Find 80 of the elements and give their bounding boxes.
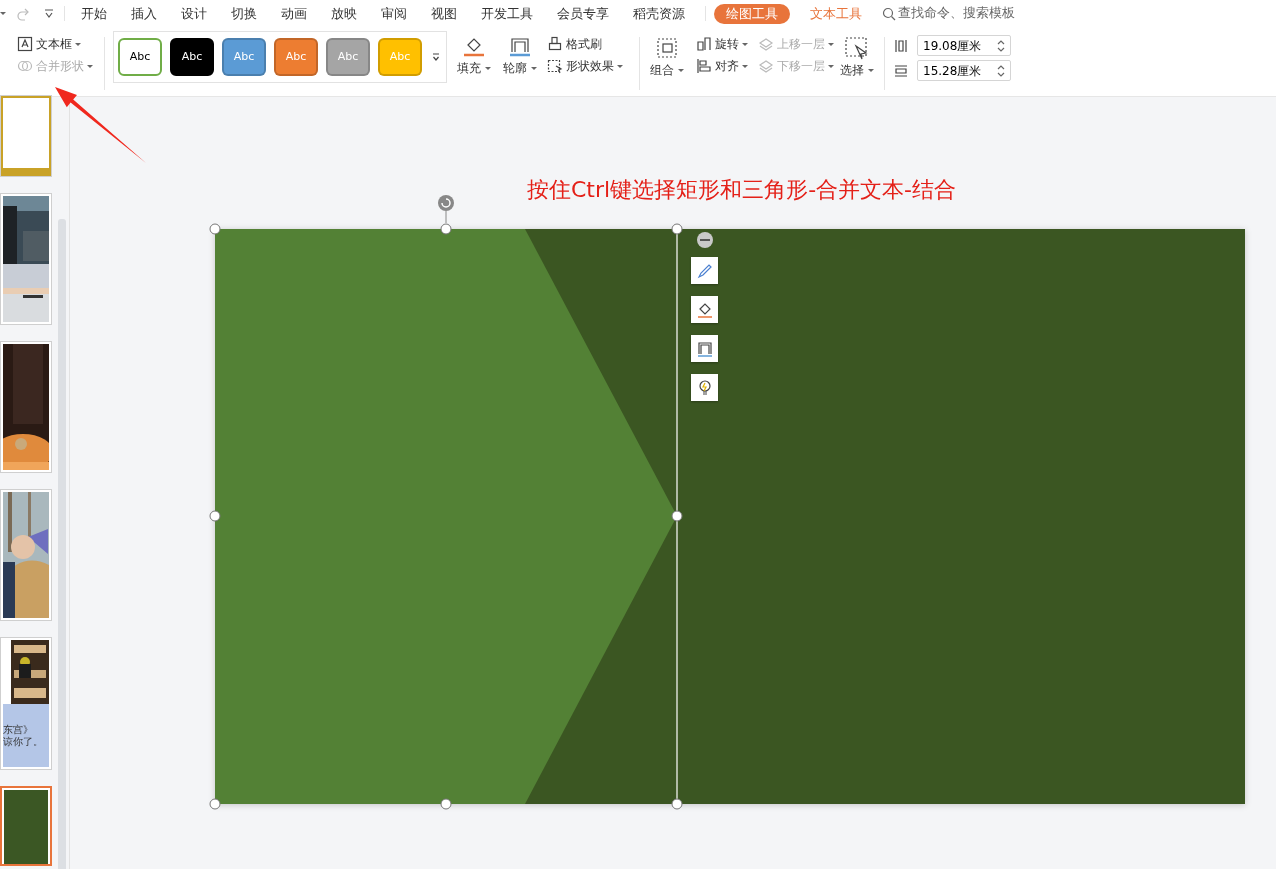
resize-handle[interactable]: [209, 510, 221, 522]
spinner-icon: [997, 63, 1005, 78]
outline-button[interactable]: 轮廓: [501, 35, 539, 77]
height-icon: [893, 62, 909, 79]
caret-icon: [742, 42, 748, 46]
caret-icon: [678, 68, 684, 72]
layers-icon: [758, 36, 774, 52]
shape-style-swatch[interactable]: Abc: [170, 38, 214, 76]
menu-tab[interactable]: 开发工具: [469, 3, 545, 24]
select-button[interactable]: 选择: [838, 35, 876, 79]
merge-shapes-icon: [17, 58, 33, 74]
rotate-handle[interactable]: [438, 195, 454, 224]
slide-thumbnail[interactable]: 东宫》 谅你了。: [0, 637, 52, 770]
text-box-button[interactable]: 文本框: [15, 35, 100, 53]
thumbnail-text: 谅你了。: [3, 735, 44, 748]
search-field[interactable]: 查找命令、搜索模板: [896, 3, 1036, 24]
menu-tab[interactable]: 切换: [219, 3, 269, 24]
outline-button[interactable]: [691, 335, 718, 362]
caption-text: 按住Ctrl键选择矩形和三角形-合并文本-结合: [527, 176, 957, 204]
text-box-icon: [17, 36, 33, 52]
width-icon: [893, 37, 909, 54]
search-icon: [882, 6, 896, 21]
resize-handle[interactable]: [209, 798, 221, 810]
gallery-more-button[interactable]: [430, 51, 442, 63]
slide-thumbnail[interactable]: [0, 786, 52, 866]
thumbnail-text: 东宫》: [3, 723, 34, 736]
align-button[interactable]: 对齐: [694, 57, 756, 75]
caret-icon: [742, 64, 748, 68]
shape-effects-icon: [547, 58, 563, 74]
fill-button[interactable]: 填充: [455, 35, 493, 77]
resize-handle[interactable]: [671, 798, 683, 810]
dropdown-icon: [432, 52, 440, 62]
menu-tab[interactable]: 会员专享: [545, 3, 621, 24]
style-button[interactable]: [691, 257, 718, 284]
layers-icon: [758, 58, 774, 74]
resize-handle[interactable]: [440, 798, 452, 810]
caret-icon: [828, 42, 834, 46]
menu-tab[interactable]: 稻壳资源: [621, 3, 697, 24]
select-icon: [844, 36, 870, 60]
caret-icon: [75, 42, 81, 46]
caret-icon: [485, 66, 491, 70]
fill-icon: [462, 36, 486, 58]
menu-tab[interactable]: 视图: [419, 3, 469, 24]
menu-tab[interactable]: 放映: [319, 3, 369, 24]
caret-icon: [0, 12, 6, 15]
height-field[interactable]: 15.28厘米: [917, 60, 1011, 81]
shape-effects-button[interactable]: 形状效果: [545, 57, 631, 75]
group-button[interactable]: 组合: [648, 35, 686, 79]
menu-tab[interactable]: 动画: [269, 3, 319, 24]
caret-icon: [87, 64, 93, 68]
group-icon: [655, 36, 679, 60]
width-field[interactable]: 19.08厘米: [917, 35, 1011, 56]
collapse-icon[interactable]: [697, 232, 713, 248]
resize-handle[interactable]: [209, 223, 221, 235]
scrollbar[interactable]: [58, 219, 66, 869]
caret-icon: [828, 64, 834, 68]
outline-icon: [508, 36, 532, 58]
resize-handle[interactable]: [671, 510, 683, 522]
resize-handle[interactable]: [440, 223, 452, 235]
slide-thumbnail[interactable]: [0, 95, 52, 177]
resize-handle[interactable]: [671, 223, 683, 235]
align-icon: [696, 58, 712, 74]
dropdown-icon: [44, 8, 54, 19]
menu-tab[interactable]: 设计: [169, 3, 219, 24]
ideas-button[interactable]: [691, 374, 718, 401]
format-painter-button[interactable]: 格式刷: [545, 35, 631, 53]
fill-button[interactable]: [691, 296, 718, 323]
caret-icon: [868, 68, 874, 72]
customize-button[interactable]: [42, 7, 56, 20]
rotate-button[interactable]: 旋转: [694, 35, 756, 53]
caret-icon: [531, 66, 537, 70]
spinner-icon: [997, 38, 1005, 53]
shape-style-swatch[interactable]: Abc: [118, 38, 162, 76]
rotate-icon: [696, 36, 712, 52]
menu-tab[interactable]: 开始: [69, 3, 119, 24]
menu-tab[interactable]: 审阅: [369, 3, 419, 24]
menu-tab[interactable]: 插入: [119, 3, 169, 24]
brush-icon: [547, 36, 563, 52]
outline-icon: [695, 339, 714, 358]
caret-icon: [617, 64, 623, 68]
